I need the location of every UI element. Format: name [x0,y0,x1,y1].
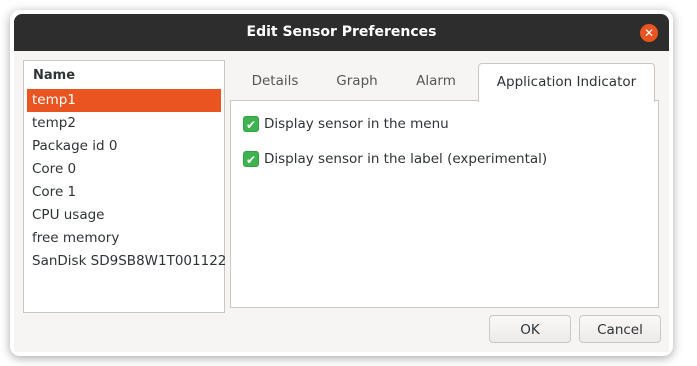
titlebar: Edit Sensor Preferences ✕ [14,14,669,51]
preferences-notebook: ✔ Display sensor in the menu ✔ Display s… [230,63,659,308]
list-item[interactable]: CPU usage [27,204,221,227]
close-icon: ✕ [643,26,655,40]
list-item[interactable]: SanDisk SD9SB8W1T001122 [27,250,226,273]
display-in-label-label[interactable]: Display sensor in the label (experimenta… [264,151,547,167]
display-in-menu-checkbox[interactable]: ✔ [243,116,259,132]
list-item[interactable]: Package id 0 [27,135,221,158]
display-in-label-checkbox[interactable]: ✔ [243,151,259,167]
tab-details[interactable]: Details [237,63,313,100]
ok-button[interactable]: OK [489,315,571,343]
checkmark-icon: ✔ [245,153,257,167]
window-title: Edit Sensor Preferences [246,24,437,40]
list-item[interactable]: free memory [27,227,221,250]
display-in-menu-label[interactable]: Display sensor in the menu [264,116,449,132]
list-item[interactable]: Core 1 [27,181,221,204]
list-item[interactable]: temp2 [27,112,221,135]
column-header-name[interactable]: Name [33,68,75,83]
sensor-list-panel: Name temp1 temp2 Package id 0 Core 0 Cor… [23,60,226,313]
display-in-label-option[interactable]: ✔ Display sensor in the label (experimen… [243,150,547,168]
checkmark-icon: ✔ [245,118,257,132]
list-item[interactable]: Core 0 [27,158,221,181]
tab-application-indicator[interactable]: Application Indicator [478,63,655,102]
cancel-button[interactable]: Cancel [579,315,661,343]
close-button[interactable]: ✕ [640,24,658,42]
tab-panel-application-indicator: ✔ Display sensor in the menu ✔ Display s… [230,100,659,308]
list-item[interactable]: temp1 [27,89,221,112]
dialog-window: Edit Sensor Preferences ✕ Name temp1 tem… [14,14,669,352]
sensor-list: temp1 temp2 Package id 0 Core 0 Core 1 C… [27,89,226,273]
display-in-menu-option[interactable]: ✔ Display sensor in the menu [243,115,449,133]
tab-alarm[interactable]: Alarm [402,63,470,100]
tab-graph[interactable]: Graph [321,63,393,100]
